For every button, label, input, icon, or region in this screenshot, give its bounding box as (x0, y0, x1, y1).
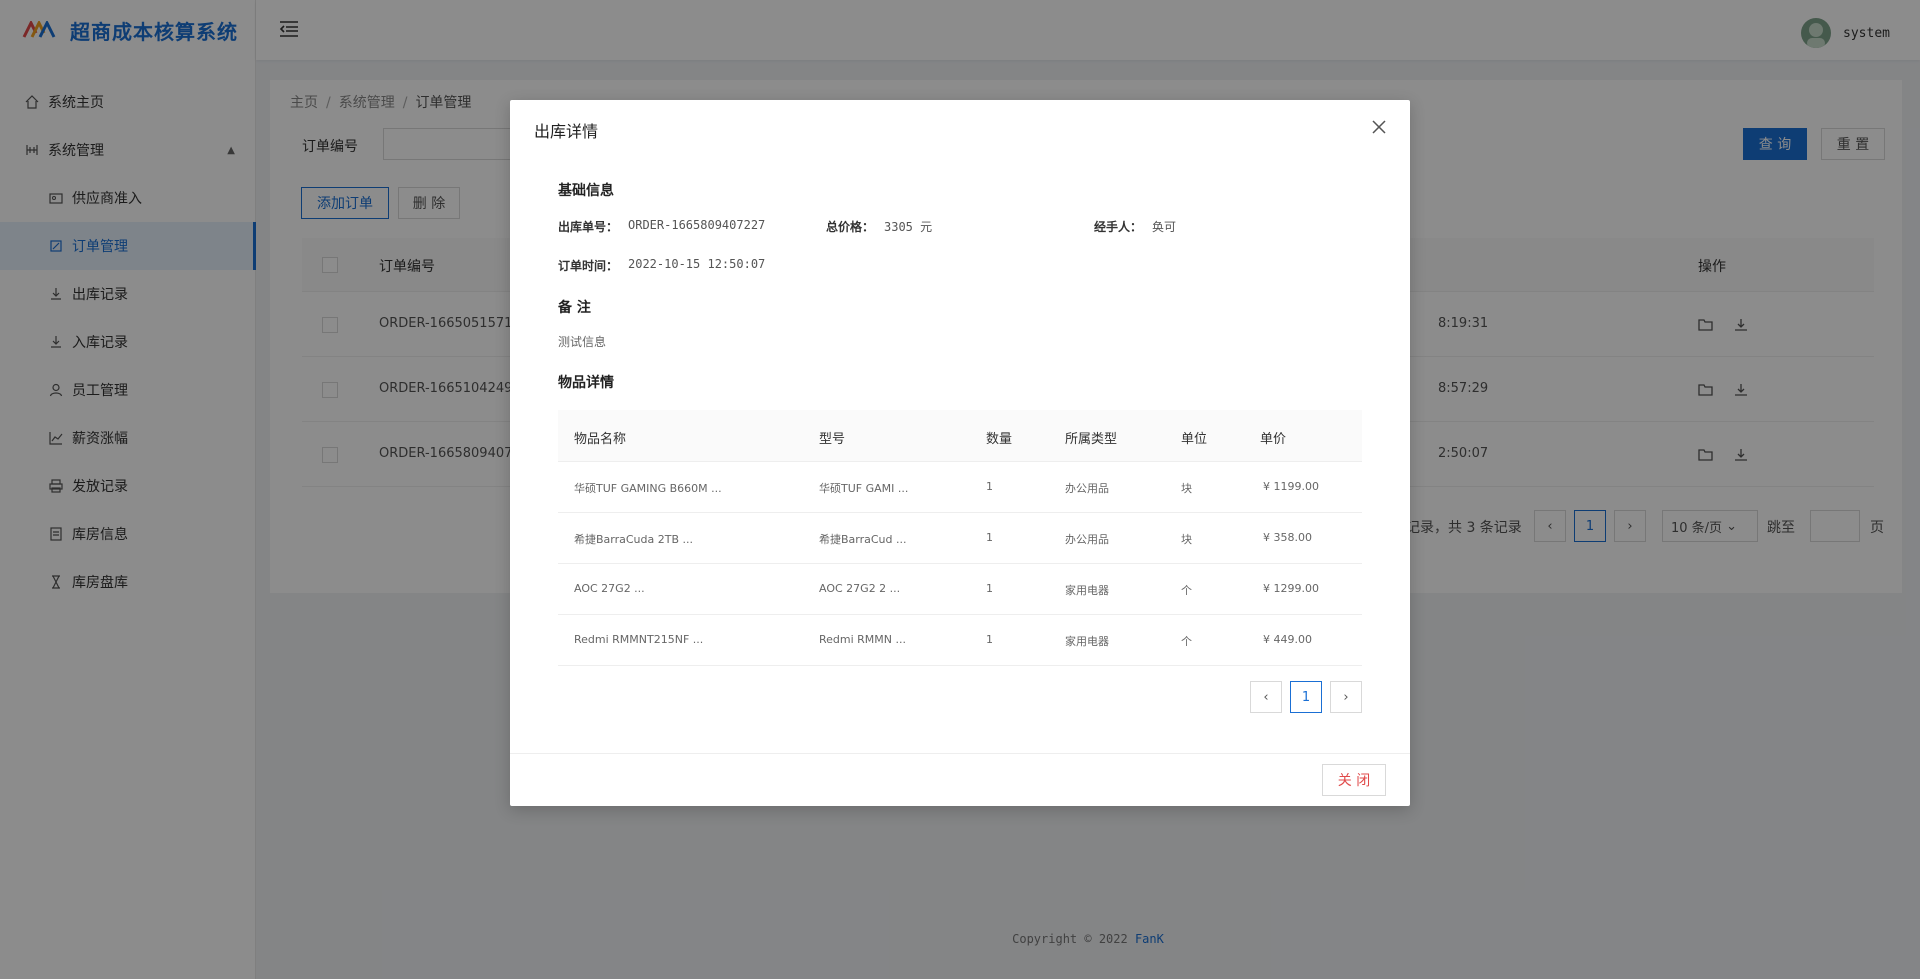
item-unit: 块 (1181, 482, 1192, 495)
col-type: 所属类型 (1065, 432, 1118, 447)
item-name: 希捷BarraCuda 2TB ... (574, 533, 694, 546)
item-qty: 1 (986, 531, 993, 544)
item-row: 希捷BarraCuda 2TB ... 希捷BarraCud ... 1 办公用… (558, 513, 1362, 564)
col-model: 型号 (819, 432, 846, 447)
order-time-value: 2022-10-15 12:50:07 (628, 257, 766, 271)
chevron-left-icon: ‹ (1263, 689, 1269, 705)
basic-info-title: 基础信息 (558, 183, 614, 199)
items-table-header: 物品名称 型号 数量 所属类型 单位 单价 (558, 410, 1362, 462)
item-qty: 1 (986, 480, 993, 493)
item-model: AOC 27G2 2 ... (819, 582, 901, 595)
close-icon[interactable] (1370, 118, 1388, 136)
remark-value: 测试信息 (558, 335, 607, 349)
col-unit: 单位 (1181, 432, 1208, 447)
handler-label: 经手人： (1094, 220, 1143, 234)
item-type: 家用电器 (1065, 635, 1109, 648)
item-type: 办公用品 (1065, 533, 1109, 546)
item-name: Redmi RMMNT215NF ... (574, 633, 704, 646)
modal-footer-divider (510, 753, 1410, 754)
item-unit: 块 (1181, 533, 1192, 546)
outbound-detail-modal: 出库详情 基础信息 出库单号： ORDER-1665809407227 总价格：… (510, 100, 1410, 806)
item-type: 办公用品 (1065, 482, 1109, 495)
item-price: ¥ 449.00 (1263, 633, 1312, 646)
item-row: Redmi RMMNT215NF ... Redmi RMMN ... 1 家用… (558, 615, 1362, 666)
item-qty: 1 (986, 582, 993, 595)
outbound-no-value: ORDER-1665809407227 (628, 218, 766, 232)
item-price: ¥ 1299.00 (1263, 582, 1319, 595)
item-qty: 1 (986, 633, 993, 646)
modal-prev-page-button[interactable]: ‹ (1250, 681, 1282, 713)
order-time-label: 订单时间： (558, 259, 619, 273)
item-row: 华硕TUF GAMING B660M ... 华硕TUF GAMI ... 1 … (558, 462, 1362, 513)
handler-value: 奂可 (1152, 220, 1177, 234)
modal-page-1-button[interactable]: 1 (1290, 681, 1322, 713)
item-type: 家用电器 (1065, 584, 1109, 597)
item-model: 希捷BarraCud ... (819, 533, 907, 546)
item-row: AOC 27G2 ... AOC 27G2 2 ... 1 家用电器 个 ¥ 1… (558, 564, 1362, 615)
item-unit: 个 (1181, 584, 1192, 597)
item-price: ¥ 1199.00 (1263, 480, 1319, 493)
modal-title: 出库详情 (534, 122, 599, 141)
col-name: 物品名称 (574, 432, 627, 447)
item-model: 华硕TUF GAMI ... (819, 482, 909, 495)
close-button[interactable]: 关 闭 (1322, 764, 1386, 796)
remark-title: 备 注 (558, 300, 591, 316)
item-name: AOC 27G2 ... (574, 582, 645, 595)
col-qty: 数量 (986, 432, 1013, 447)
item-unit: 个 (1181, 635, 1192, 648)
col-price: 单价 (1260, 432, 1287, 447)
outbound-no-label: 出库单号： (558, 220, 619, 234)
item-price: ¥ 358.00 (1263, 531, 1312, 544)
item-model: Redmi RMMN ... (819, 633, 907, 646)
item-name: 华硕TUF GAMING B660M ... (574, 482, 722, 495)
total-price-value: 3305 元 (884, 220, 933, 234)
total-price-label: 总价格： (826, 220, 875, 234)
items-title: 物品详情 (558, 375, 614, 391)
modal-next-page-button[interactable]: › (1330, 681, 1362, 713)
chevron-right-icon: › (1343, 689, 1349, 705)
